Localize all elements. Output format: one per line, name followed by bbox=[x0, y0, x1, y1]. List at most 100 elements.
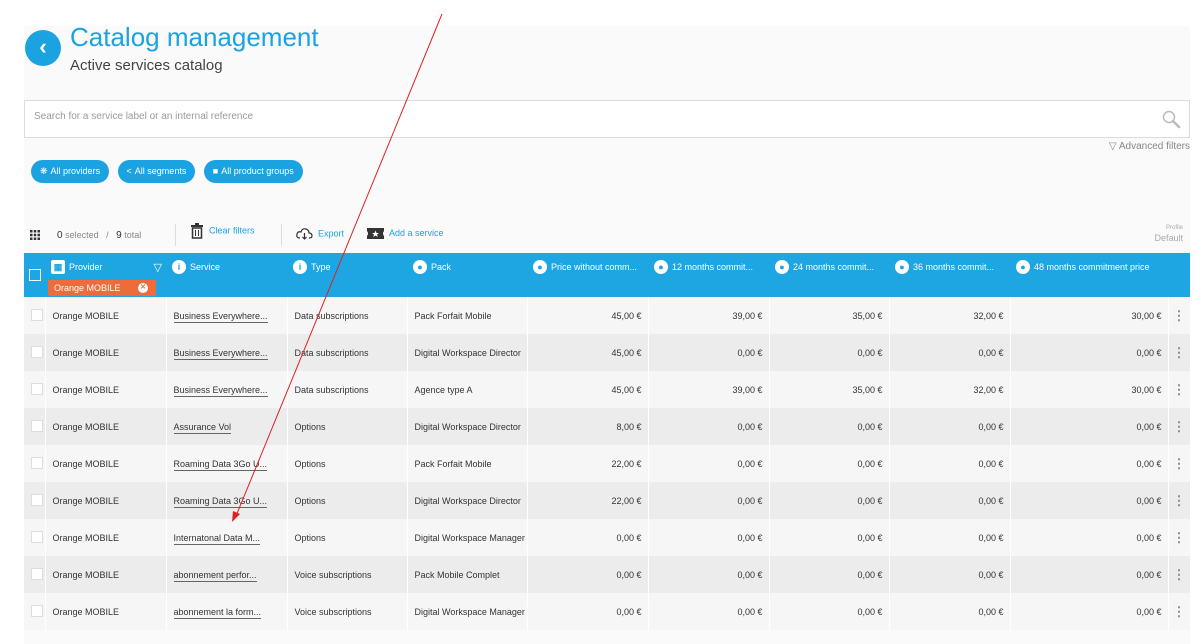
row-menu-icon[interactable]: ⋮ bbox=[1168, 519, 1191, 556]
row-menu-icon[interactable]: ⋮ bbox=[1168, 556, 1191, 593]
select-all-checkbox[interactable] bbox=[29, 269, 41, 281]
column-actions bbox=[1168, 253, 1190, 297]
table-row[interactable]: Orange MOBILE Business Everywhere... Dat… bbox=[24, 297, 1191, 334]
filter-funnel-icon[interactable]: ▽ bbox=[154, 261, 162, 274]
row-checkbox[interactable] bbox=[31, 567, 43, 580]
type-cell: Options bbox=[287, 482, 408, 519]
price-48m-cell: 0,00 € bbox=[1010, 556, 1169, 593]
all-segments-pill[interactable]: < All segments bbox=[117, 160, 196, 183]
row-menu-icon[interactable]: ⋮ bbox=[1168, 371, 1191, 408]
row-checkbox[interactable] bbox=[31, 345, 43, 358]
row-checkbox[interactable] bbox=[31, 419, 43, 432]
row-checkbox-cell bbox=[24, 334, 46, 371]
row-menu-icon[interactable]: ⋮ bbox=[1168, 408, 1191, 445]
row-checkbox[interactable] bbox=[31, 308, 43, 321]
column-service[interactable]: i Service bbox=[166, 253, 287, 297]
column-price-without-commitment[interactable]: ● Price without comm... bbox=[527, 253, 648, 297]
column-36-months[interactable]: ● 36 months commit... bbox=[889, 253, 1010, 297]
table-row[interactable]: Orange MOBILE Assurance Vol Options Digi… bbox=[24, 408, 1191, 445]
table-row[interactable]: Orange MOBILE Roaming Data 3Go U... Opti… bbox=[24, 482, 1191, 519]
row-checkbox[interactable] bbox=[31, 382, 43, 395]
row-checkbox[interactable] bbox=[31, 530, 43, 543]
price-cell: 0,00 € bbox=[527, 519, 649, 556]
price-24m-cell: 35,00 € bbox=[769, 297, 890, 334]
column-label: 36 months commit... bbox=[913, 262, 995, 272]
all-product-groups-pill[interactable]: ■ All product groups bbox=[203, 160, 303, 183]
service-link[interactable]: Business Everywhere... bbox=[173, 310, 268, 323]
table-row[interactable]: Orange MOBILE Business Everywhere... Dat… bbox=[24, 371, 1191, 408]
provider-cell: Orange MOBILE bbox=[45, 482, 167, 519]
search-input[interactable] bbox=[32, 110, 1136, 123]
service-link[interactable]: Business Everywhere... bbox=[173, 384, 268, 397]
column-type[interactable]: i Type bbox=[287, 253, 407, 297]
all-providers-pill[interactable]: ❋ All providers bbox=[31, 160, 110, 183]
row-menu-icon[interactable]: ⋮ bbox=[1168, 593, 1191, 630]
export-button[interactable]: Export bbox=[296, 228, 344, 240]
price-24m-cell: 0,00 € bbox=[769, 519, 890, 556]
close-icon[interactable]: ✕ bbox=[138, 283, 148, 293]
service-link[interactable]: Roaming Data 3Go U... bbox=[173, 458, 268, 471]
provider-cell: Orange MOBILE bbox=[45, 519, 167, 556]
price-24m-cell: 0,00 € bbox=[769, 445, 890, 482]
price-12m-cell: 0,00 € bbox=[648, 556, 770, 593]
row-menu-icon[interactable]: ⋮ bbox=[1168, 445, 1191, 482]
table-row[interactable]: Orange MOBILE abonnement la form... Voic… bbox=[24, 593, 1191, 630]
provider-cell: Orange MOBILE bbox=[45, 408, 167, 445]
column-24-months[interactable]: ● 24 months commit... bbox=[769, 253, 889, 297]
clear-filters-button[interactable]: Clear filters bbox=[190, 223, 255, 239]
back-button[interactable]: ‹ bbox=[25, 30, 61, 66]
price-cell: 0,00 € bbox=[527, 556, 649, 593]
row-checkbox[interactable] bbox=[31, 493, 43, 506]
search-bar bbox=[24, 100, 1190, 138]
pill-label: All product groups bbox=[221, 166, 294, 176]
folder-icon: ■ bbox=[212, 166, 219, 176]
info-icon: i bbox=[293, 260, 307, 274]
service-link[interactable]: abonnement perfor... bbox=[173, 569, 257, 582]
row-menu-icon[interactable]: ⋮ bbox=[1168, 297, 1191, 334]
table-body: Orange MOBILE Business Everywhere... Dat… bbox=[24, 297, 1191, 630]
row-checkbox[interactable] bbox=[31, 456, 43, 469]
info-icon: i bbox=[172, 260, 186, 274]
pill-label: All providers bbox=[50, 166, 101, 176]
row-checkbox-cell bbox=[24, 445, 46, 482]
advanced-filters-link[interactable]: ▽ Advanced filters bbox=[1109, 141, 1190, 152]
column-12-months[interactable]: ● 12 months commit... bbox=[648, 253, 769, 297]
service-link[interactable]: Internatonal Data M... bbox=[173, 532, 261, 545]
price-24m-cell: 0,00 € bbox=[769, 593, 890, 630]
table-row[interactable]: Orange MOBILE Internatonal Data M... Opt… bbox=[24, 519, 1191, 556]
price-12m-cell: 39,00 € bbox=[648, 371, 770, 408]
cloud-download-icon bbox=[296, 228, 313, 240]
service-cell: abonnement perfor... bbox=[166, 556, 288, 593]
add-service-button[interactable]: Add a service bbox=[367, 228, 444, 240]
table-row[interactable]: Orange MOBILE Roaming Data 3Go U... Opti… bbox=[24, 445, 1191, 482]
grid-icon[interactable] bbox=[30, 230, 40, 240]
column-48-months[interactable]: ● 48 months commitment price bbox=[1010, 253, 1168, 297]
price-cell: 45,00 € bbox=[527, 371, 649, 408]
service-link[interactable]: abonnement la form... bbox=[173, 606, 262, 619]
service-link[interactable]: Assurance Vol bbox=[173, 421, 232, 434]
column-provider[interactable]: ▦ Provider ▽ Orange MOBILE ✕ bbox=[45, 253, 166, 297]
profile-selector[interactable]: Profile Default bbox=[1154, 223, 1183, 243]
provider-filter-tag[interactable]: Orange MOBILE ✕ bbox=[48, 280, 156, 296]
services-table: ▦ Provider ▽ Orange MOBILE ✕ i Service i Typ… bbox=[24, 253, 1191, 630]
type-cell: Voice subscriptions bbox=[287, 556, 408, 593]
divider bbox=[175, 224, 176, 246]
column-pack[interactable]: ● Pack bbox=[407, 253, 527, 297]
piggy-bank-icon: ● bbox=[654, 260, 668, 274]
row-menu-icon[interactable]: ⋮ bbox=[1168, 482, 1191, 519]
table-row[interactable]: Orange MOBILE abonnement perfor... Voice… bbox=[24, 556, 1191, 593]
piggy-bank-icon: ● bbox=[775, 260, 789, 274]
table-row[interactable]: Orange MOBILE Business Everywhere... Dat… bbox=[24, 334, 1191, 371]
pack-cell: Digital Workspace Director bbox=[407, 334, 528, 371]
row-menu-icon[interactable]: ⋮ bbox=[1168, 334, 1191, 371]
type-cell: Voice subscriptions bbox=[287, 593, 408, 630]
search-icon[interactable] bbox=[1161, 109, 1181, 129]
service-link[interactable]: Roaming Data 3Go U... bbox=[173, 495, 268, 508]
service-link[interactable]: Business Everywhere... bbox=[173, 347, 268, 360]
column-label: Pack bbox=[431, 262, 452, 272]
price-36m-cell: 0,00 € bbox=[889, 556, 1011, 593]
add-service-label: Add a service bbox=[389, 228, 444, 238]
price-36m-cell: 0,00 € bbox=[889, 593, 1011, 630]
row-checkbox[interactable] bbox=[31, 604, 43, 617]
type-cell: Options bbox=[287, 519, 408, 556]
